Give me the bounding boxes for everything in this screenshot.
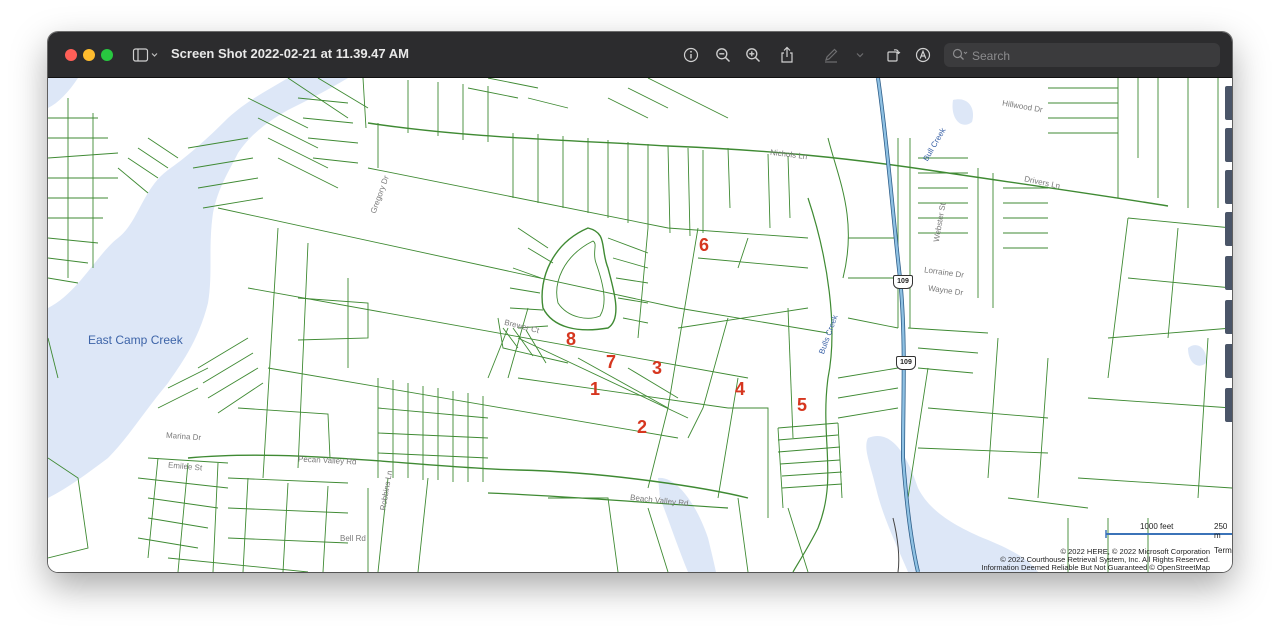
parcel-number-1: 1 <box>590 379 601 399</box>
map-control-tab[interactable] <box>1225 86 1232 120</box>
rotate-button[interactable] <box>882 44 904 66</box>
share-button[interactable] <box>776 44 798 66</box>
route-shield: 109 <box>893 275 913 289</box>
zoom-in-button[interactable] <box>742 44 764 66</box>
close-button[interactable] <box>65 49 77 61</box>
scale-label-feet: 1000 feet <box>1140 522 1174 531</box>
water-bodies <box>48 78 1207 572</box>
info-icon <box>683 47 699 63</box>
parcel-number-2: 2 <box>637 417 648 437</box>
markup-pen-icon <box>825 48 838 63</box>
minimize-button[interactable] <box>83 49 95 61</box>
title-bar: Screen Shot 2022-02-21 at 11.39.47 AM <box>48 32 1232 78</box>
water-label-east-camp-creek: East Camp Creek <box>88 333 183 347</box>
annotate-icon <box>915 47 931 63</box>
map-control-tab[interactable] <box>1225 212 1232 246</box>
parcel-number-5: 5 <box>797 395 808 415</box>
sidebar-toggle-button[interactable] <box>130 44 162 66</box>
annotate-button[interactable] <box>912 44 934 66</box>
search-field[interactable] <box>944 43 1220 67</box>
fullscreen-button[interactable] <box>101 49 113 61</box>
route-shield: 109 <box>896 356 916 370</box>
map-copyright: © 2022 HERE, © 2022 Microsoft Corporatio… <box>981 548 1210 572</box>
parcel-number-3: 3 <box>652 358 663 378</box>
parcel-number-8: 8 <box>566 329 577 349</box>
map-control-tab[interactable] <box>1225 128 1232 162</box>
sidebar-icon <box>132 48 158 62</box>
copyright-line: Information Deemed Reliable But Not Guar… <box>981 563 1210 572</box>
preview-window: Screen Shot 2022-02-21 at 11.39.47 AM Se… <box>48 32 1232 572</box>
parcel-number-7: 7 <box>606 352 617 372</box>
road-label-bell: Bell Rd <box>340 534 366 543</box>
info-button[interactable] <box>680 44 702 66</box>
map-control-tab[interactable] <box>1225 344 1232 378</box>
document-image-map[interactable]: East Camp Creek Nichols Ln Beach Valley … <box>48 78 1232 572</box>
share-icon <box>781 46 793 63</box>
map-control-tab[interactable] <box>1225 388 1232 422</box>
search-icon <box>952 48 968 60</box>
chevron-down-icon <box>856 53 864 58</box>
parcel-number-6: 6 <box>699 235 710 255</box>
markup-menu-button[interactable] <box>852 44 868 66</box>
markup-button[interactable] <box>820 44 842 66</box>
search-input[interactable] <box>970 46 1214 66</box>
chevron-down-icon <box>151 53 158 57</box>
map-control-tab[interactable] <box>1225 300 1232 334</box>
scale-label-meters: 250 m <box>1214 522 1228 540</box>
map-control-tab[interactable] <box>1225 256 1232 290</box>
zoom-out-icon <box>716 48 731 63</box>
parcel-number-4: 4 <box>735 379 746 399</box>
window-title: Screen Shot 2022-02-21 at 11.39.47 AM <box>171 46 409 61</box>
zoom-in-icon <box>746 48 761 63</box>
map-control-tab[interactable] <box>1225 170 1232 204</box>
zoom-out-button[interactable] <box>712 44 734 66</box>
terms-link[interactable]: Terms <box>1214 546 1232 555</box>
rotate-icon <box>887 49 901 62</box>
